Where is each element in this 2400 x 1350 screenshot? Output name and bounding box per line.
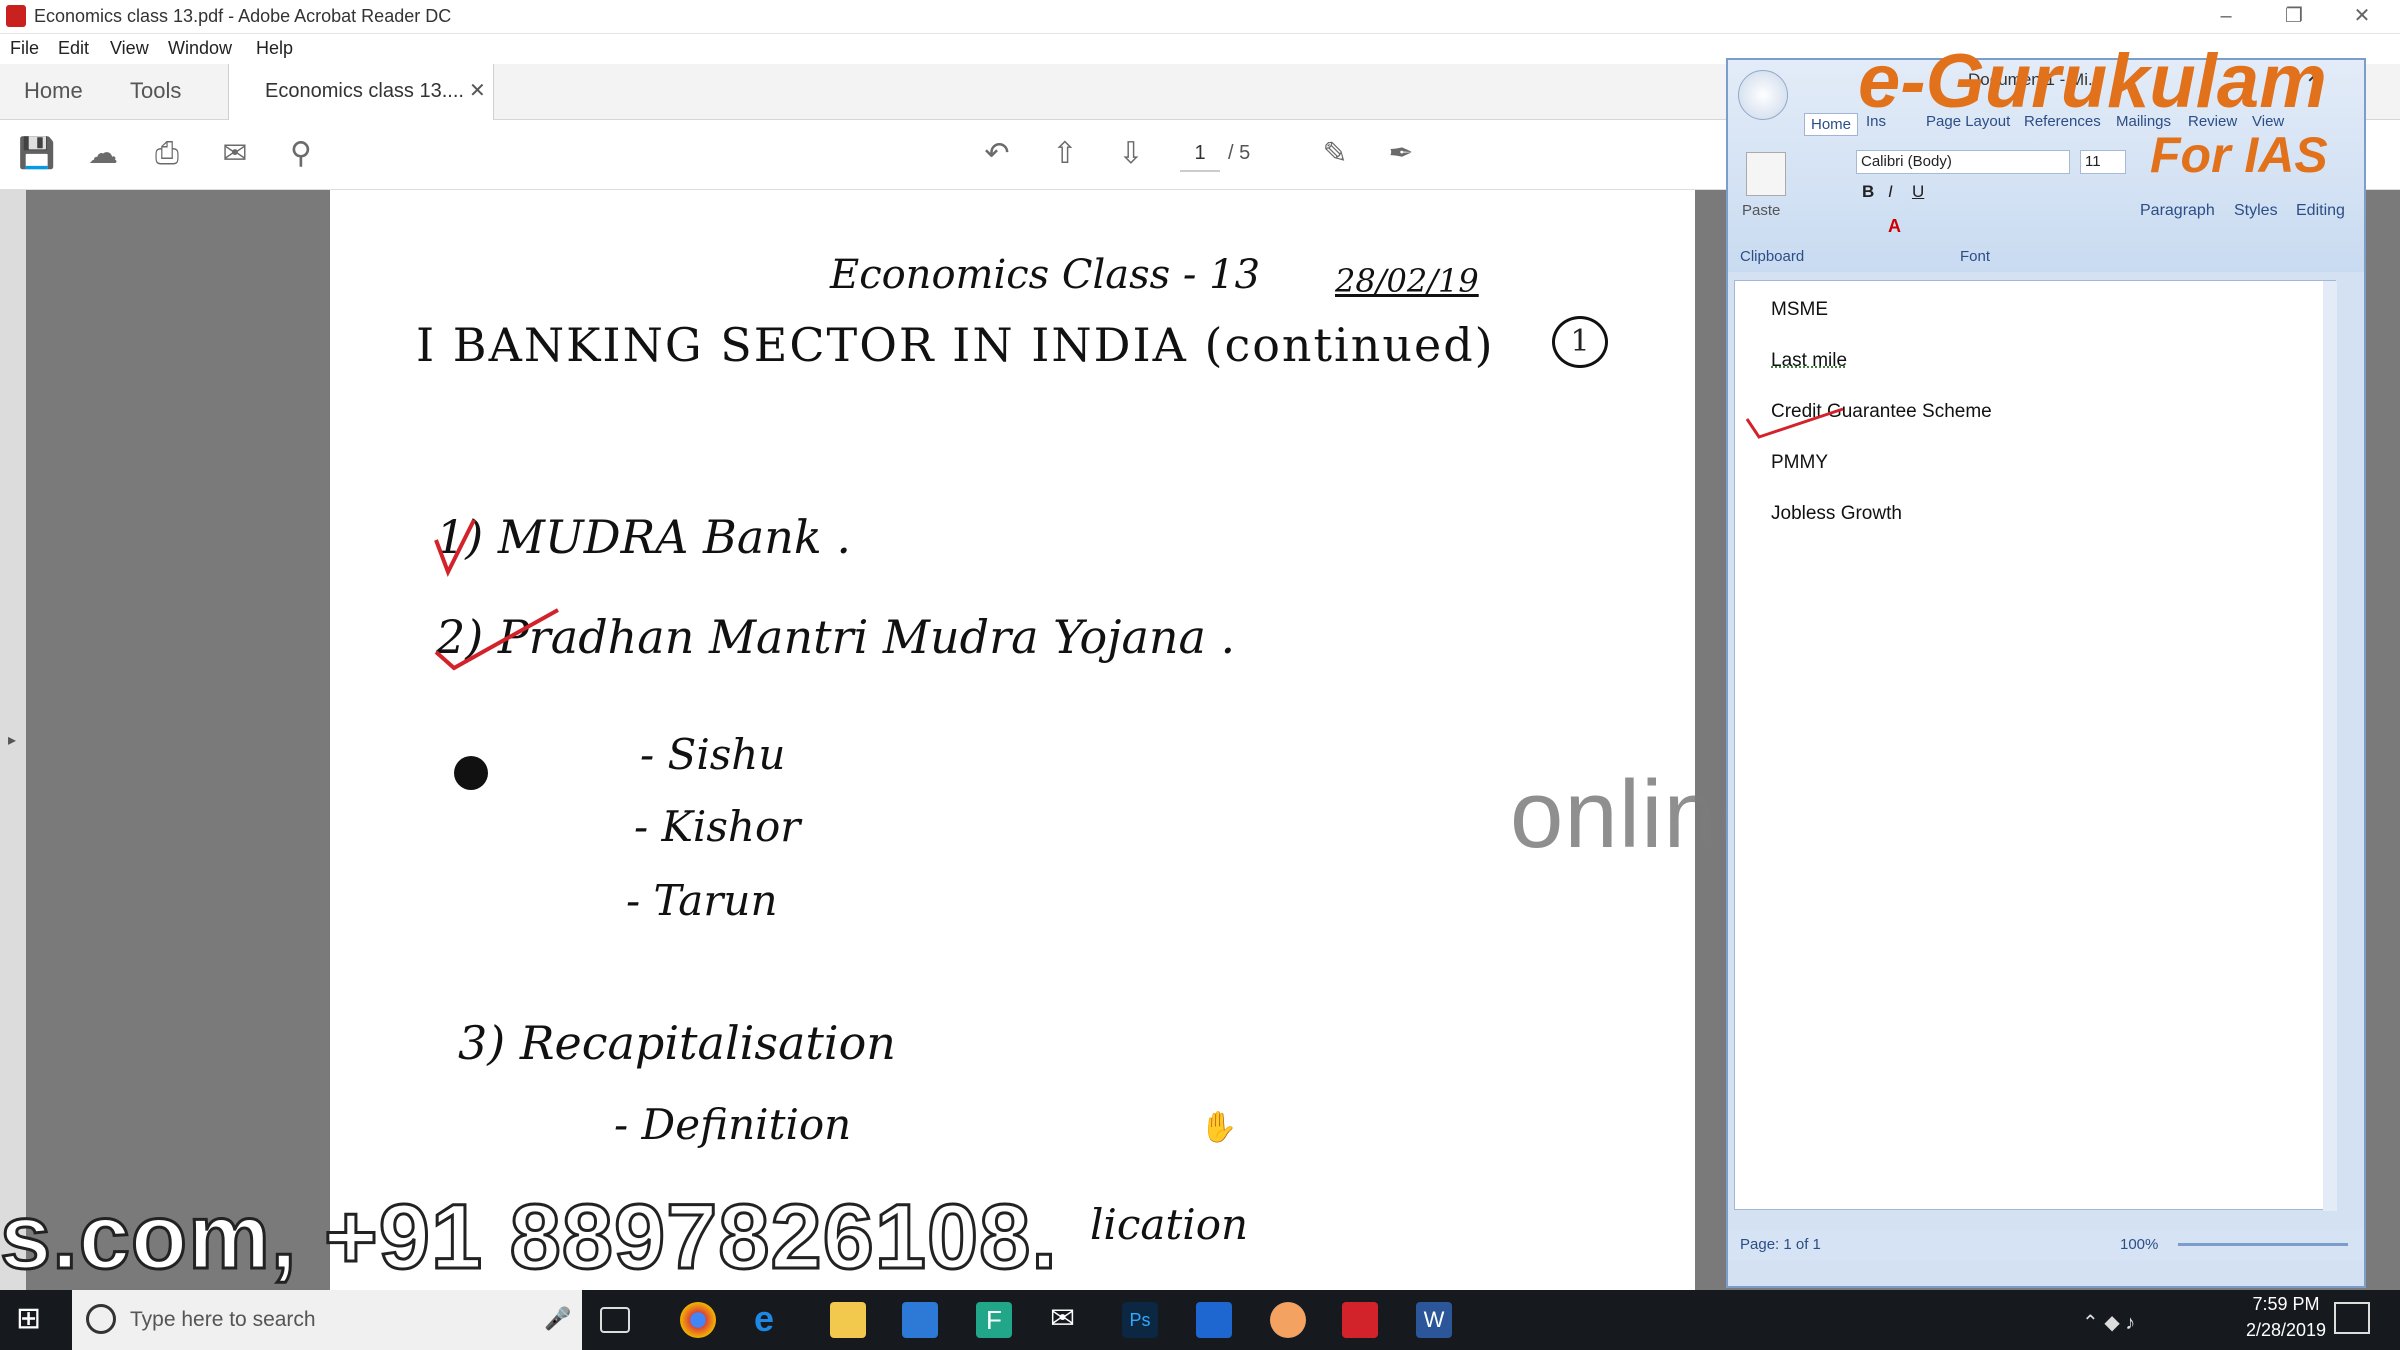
upload-icon[interactable]: ☁ xyxy=(84,136,122,174)
cortana-icon[interactable] xyxy=(86,1304,116,1334)
word-statusbar: Page: 1 of 1 100% xyxy=(1728,1230,2364,1260)
email-icon[interactable]: ✉ xyxy=(216,136,254,174)
font-group-label: Font xyxy=(1960,248,1991,265)
notes-item3: 3) Recapitalisation xyxy=(458,1016,896,1070)
acrobat-titlebar: Economics class 13.pdf - Adobe Acrobat R… xyxy=(0,0,2400,34)
store-icon[interactable] xyxy=(902,1302,938,1338)
page-total: / 5 xyxy=(1228,142,1251,164)
notes-sub2: - Kishor xyxy=(634,802,801,851)
notes-heading: Economics Class - 13 xyxy=(830,252,1261,298)
font-name-box[interactable]: Calibri (Body) xyxy=(1856,150,2070,174)
comment-icon[interactable]: ✎ xyxy=(1316,136,1354,174)
menu-window[interactable]: Window xyxy=(168,38,232,59)
menu-view[interactable]: View xyxy=(110,38,149,59)
font-size-box[interactable]: 11 xyxy=(2080,150,2126,174)
word-line-4: PMMY xyxy=(1771,452,1828,473)
word-document[interactable]: MSME Last mile Credit Guarantee Scheme P… xyxy=(1734,280,2337,1211)
zoom-level: 100% xyxy=(2120,1236,2159,1253)
print-icon[interactable]: ⎙ xyxy=(148,136,186,174)
notes-sub3: - Tarun xyxy=(626,876,778,925)
capture-app-icon[interactable] xyxy=(1270,1302,1306,1338)
menu-help[interactable]: Help xyxy=(256,38,293,59)
italic-icon[interactable]: I xyxy=(1888,182,1893,202)
f-app-icon[interactable]: F xyxy=(976,1302,1012,1338)
zoom-search-icon[interactable]: ⚲ xyxy=(282,136,320,174)
contact-banner: s.com, +91 8897826108. xyxy=(0,1185,1058,1290)
prev-page-icon[interactable]: ⇧ xyxy=(1046,136,1084,174)
clipboard-group-label: Clipboard xyxy=(1740,248,1805,265)
undo-icon[interactable]: ↶ xyxy=(978,136,1016,174)
window-title: Economics class 13.pdf - Adobe Acrobat R… xyxy=(34,6,452,26)
search-placeholder: Type here to search xyxy=(130,1308,316,1331)
office-button[interactable] xyxy=(1738,70,1788,120)
pen-icon[interactable]: ✒ xyxy=(1382,136,1420,174)
tab-close-icon[interactable]: ✕ xyxy=(469,78,486,103)
acrobat-taskbar-icon[interactable] xyxy=(1342,1302,1378,1338)
save-icon[interactable]: 💾 xyxy=(18,136,56,174)
notes-topic: I BANKING SECTOR IN INDIA (continued) xyxy=(416,318,1495,372)
hand-cursor-icon: ✋ xyxy=(1200,1111,1238,1144)
page-number-input[interactable]: 1 xyxy=(1180,142,1220,172)
paste-icon[interactable] xyxy=(1746,152,1786,196)
underline-icon[interactable]: U xyxy=(1912,182,1924,202)
word-taskbar-icon[interactable]: W xyxy=(1416,1302,1452,1338)
restore-icon[interactable]: ❐ xyxy=(2266,0,2322,34)
clock-date: 2/28/2019 xyxy=(2245,1320,2327,1340)
tab-home[interactable]: Home xyxy=(24,78,83,104)
close-icon[interactable]: ✕ xyxy=(2334,0,2390,34)
next-page-icon[interactable]: ⇩ xyxy=(1112,136,1150,174)
word-vertical-scrollbar[interactable] xyxy=(2323,281,2337,1211)
start-icon[interactable]: ⊞ xyxy=(16,1302,52,1338)
task-view-icon[interactable] xyxy=(600,1307,630,1333)
menu-edit[interactable]: Edit xyxy=(58,38,89,59)
taskbar-search[interactable]: Type here to search 🎤 xyxy=(72,1290,582,1350)
red-tick-word xyxy=(1745,407,1844,439)
word-line-2: Last mile xyxy=(1771,350,1848,371)
styles-button[interactable]: Styles xyxy=(2234,202,2278,220)
bold-icon[interactable]: B xyxy=(1862,182,1874,202)
notes-date: 28/02/19 xyxy=(1335,262,1479,300)
file-explorer-icon[interactable] xyxy=(830,1302,866,1338)
word-line-5: Jobless Growth xyxy=(1771,503,1902,524)
word-tab-home[interactable]: Home xyxy=(1804,113,1859,136)
page-circle-number: 1 xyxy=(1552,316,1608,368)
page-status: Page: 1 of 1 xyxy=(1740,1236,1821,1253)
editing-button[interactable]: Editing xyxy=(2296,202,2345,220)
brand-logo: e-Gurukulam xyxy=(1858,39,2327,124)
word-line-1: MSME xyxy=(1771,299,1828,320)
edge-icon[interactable]: e xyxy=(754,1301,790,1338)
tab-tools[interactable]: Tools xyxy=(130,78,181,104)
notification-icon[interactable] xyxy=(2334,1302,2370,1334)
photoshop-icon[interactable]: Ps xyxy=(1122,1302,1158,1338)
menu-file[interactable]: File xyxy=(10,38,39,59)
left-pane-toggle[interactable]: ▸ xyxy=(0,190,26,1290)
notes-cut-text: lication xyxy=(1090,1200,1249,1249)
notes-sub1: - Sishu xyxy=(640,730,786,779)
expand-arrow-icon[interactable]: ▸ xyxy=(8,730,16,750)
font-color-icon[interactable]: A xyxy=(1888,216,1901,237)
tab-document-label: Economics class 13.... xyxy=(265,80,464,102)
acrobat-app-icon xyxy=(6,5,26,27)
minimize-icon[interactable]: – xyxy=(2198,0,2254,34)
clock-time: 7:59 PM xyxy=(2252,1294,2320,1314)
bullet-scribble xyxy=(454,756,488,790)
tray-icons[interactable]: ⌃ ◆ ♪ xyxy=(2082,1310,2135,1335)
zoom-slider[interactable] xyxy=(2178,1243,2348,1246)
pdf-page: Economics Class - 13 28/02/19 1 I BANKIN… xyxy=(330,190,1695,1290)
red-tick-marks xyxy=(434,519,559,671)
paste-label[interactable]: Paste xyxy=(1742,202,1780,219)
tab-document[interactable]: Economics class 13.... ✕ xyxy=(228,64,494,120)
defender-icon[interactable] xyxy=(1196,1302,1232,1338)
microphone-icon[interactable]: 🎤 xyxy=(544,1306,571,1332)
notes-sub4: - Definition xyxy=(614,1100,852,1149)
paragraph-button[interactable]: Paragraph xyxy=(2140,202,2215,220)
chrome-icon[interactable] xyxy=(680,1302,716,1338)
brand-subtitle: For IAS xyxy=(2150,127,2328,183)
mail-icon[interactable]: ✉ xyxy=(1050,1302,1086,1338)
